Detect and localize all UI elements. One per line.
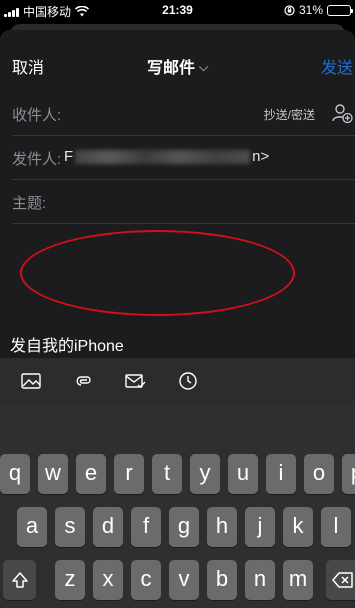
key-k[interactable]: k (283, 507, 313, 547)
key-y[interactable]: y (190, 454, 220, 494)
page-title: 写邮件 (146, 60, 195, 77)
key-f[interactable]: f (131, 507, 161, 547)
key-j[interactable]: j (245, 507, 275, 547)
key-z[interactable]: z (55, 560, 85, 600)
orientation-lock-icon (284, 4, 295, 16)
key-l[interactable]: l (321, 507, 351, 547)
nav-bar: 取消 写邮件 ⌵ 发送 (0, 30, 355, 92)
status-right: 31% (284, 3, 353, 17)
key-b[interactable]: b (207, 560, 237, 600)
key-o[interactable]: o (304, 454, 334, 494)
image-icon[interactable] (20, 370, 42, 392)
keyboard: qwertyuiop asdfghjkl zxcvbnm (0, 404, 355, 608)
add-contact-icon[interactable] (331, 102, 353, 124)
key-u[interactable]: u (228, 454, 258, 494)
key-d[interactable]: d (93, 507, 123, 547)
redacted-email (75, 149, 251, 164)
compose-toolbar (0, 358, 355, 404)
cc-bcc-button[interactable]: 抄送/密送 (264, 106, 315, 123)
shift-icon (11, 572, 28, 588)
key-t[interactable]: t (152, 454, 182, 494)
account-selector[interactable]: 写邮件 ⌵ (0, 54, 355, 78)
clock-icon[interactable] (177, 370, 199, 392)
key-r[interactable]: r (114, 454, 144, 494)
chevron-down-icon: ⌵ (198, 60, 209, 74)
key-q[interactable]: q (0, 454, 30, 494)
key-m[interactable]: m (283, 560, 313, 600)
key-p[interactable]: p (342, 454, 355, 494)
status-bar: 中国移动 21:39 31% (0, 0, 355, 22)
subject-label: 主题: (12, 195, 47, 212)
battery-percent: 31% (298, 3, 323, 17)
signature-text[interactable]: 发自我的iPhone (10, 332, 124, 356)
key-s[interactable]: s (55, 507, 85, 547)
send-button[interactable]: 发送 (321, 54, 353, 78)
key-g[interactable]: g (169, 507, 199, 547)
subject-field[interactable]: 主题: (12, 180, 355, 224)
key-e[interactable]: e (76, 454, 106, 494)
compose-sheet: 取消 写邮件 ⌵ 发送 收件人: 抄送/密送 发件人: F n> 主题: 发自我的… (0, 30, 355, 358)
from-label: 发件人: (12, 151, 62, 168)
to-label: 收件人: (12, 107, 62, 124)
delete-key[interactable] (326, 560, 355, 600)
key-a[interactable]: a (17, 507, 47, 547)
red-annotation-ellipse (20, 230, 295, 316)
from-value: F n> (64, 148, 269, 165)
key-x[interactable]: x (93, 560, 123, 600)
key-w[interactable]: w (38, 454, 68, 494)
key-c[interactable]: c (131, 560, 161, 600)
key-n[interactable]: n (245, 560, 275, 600)
key-h[interactable]: h (207, 507, 237, 547)
key-v[interactable]: v (169, 560, 199, 600)
attachment-icon[interactable] (73, 370, 95, 392)
key-i[interactable]: i (266, 454, 296, 494)
from-value-suffix: n> (252, 148, 270, 165)
from-field[interactable]: 发件人: F n> (12, 136, 355, 180)
mail-check-icon[interactable] (124, 370, 146, 392)
to-field[interactable]: 收件人: 抄送/密送 (12, 92, 355, 136)
shift-key[interactable] (3, 560, 36, 600)
from-value-prefix: F (64, 148, 74, 165)
backspace-icon (331, 572, 353, 588)
battery-icon (327, 4, 353, 16)
